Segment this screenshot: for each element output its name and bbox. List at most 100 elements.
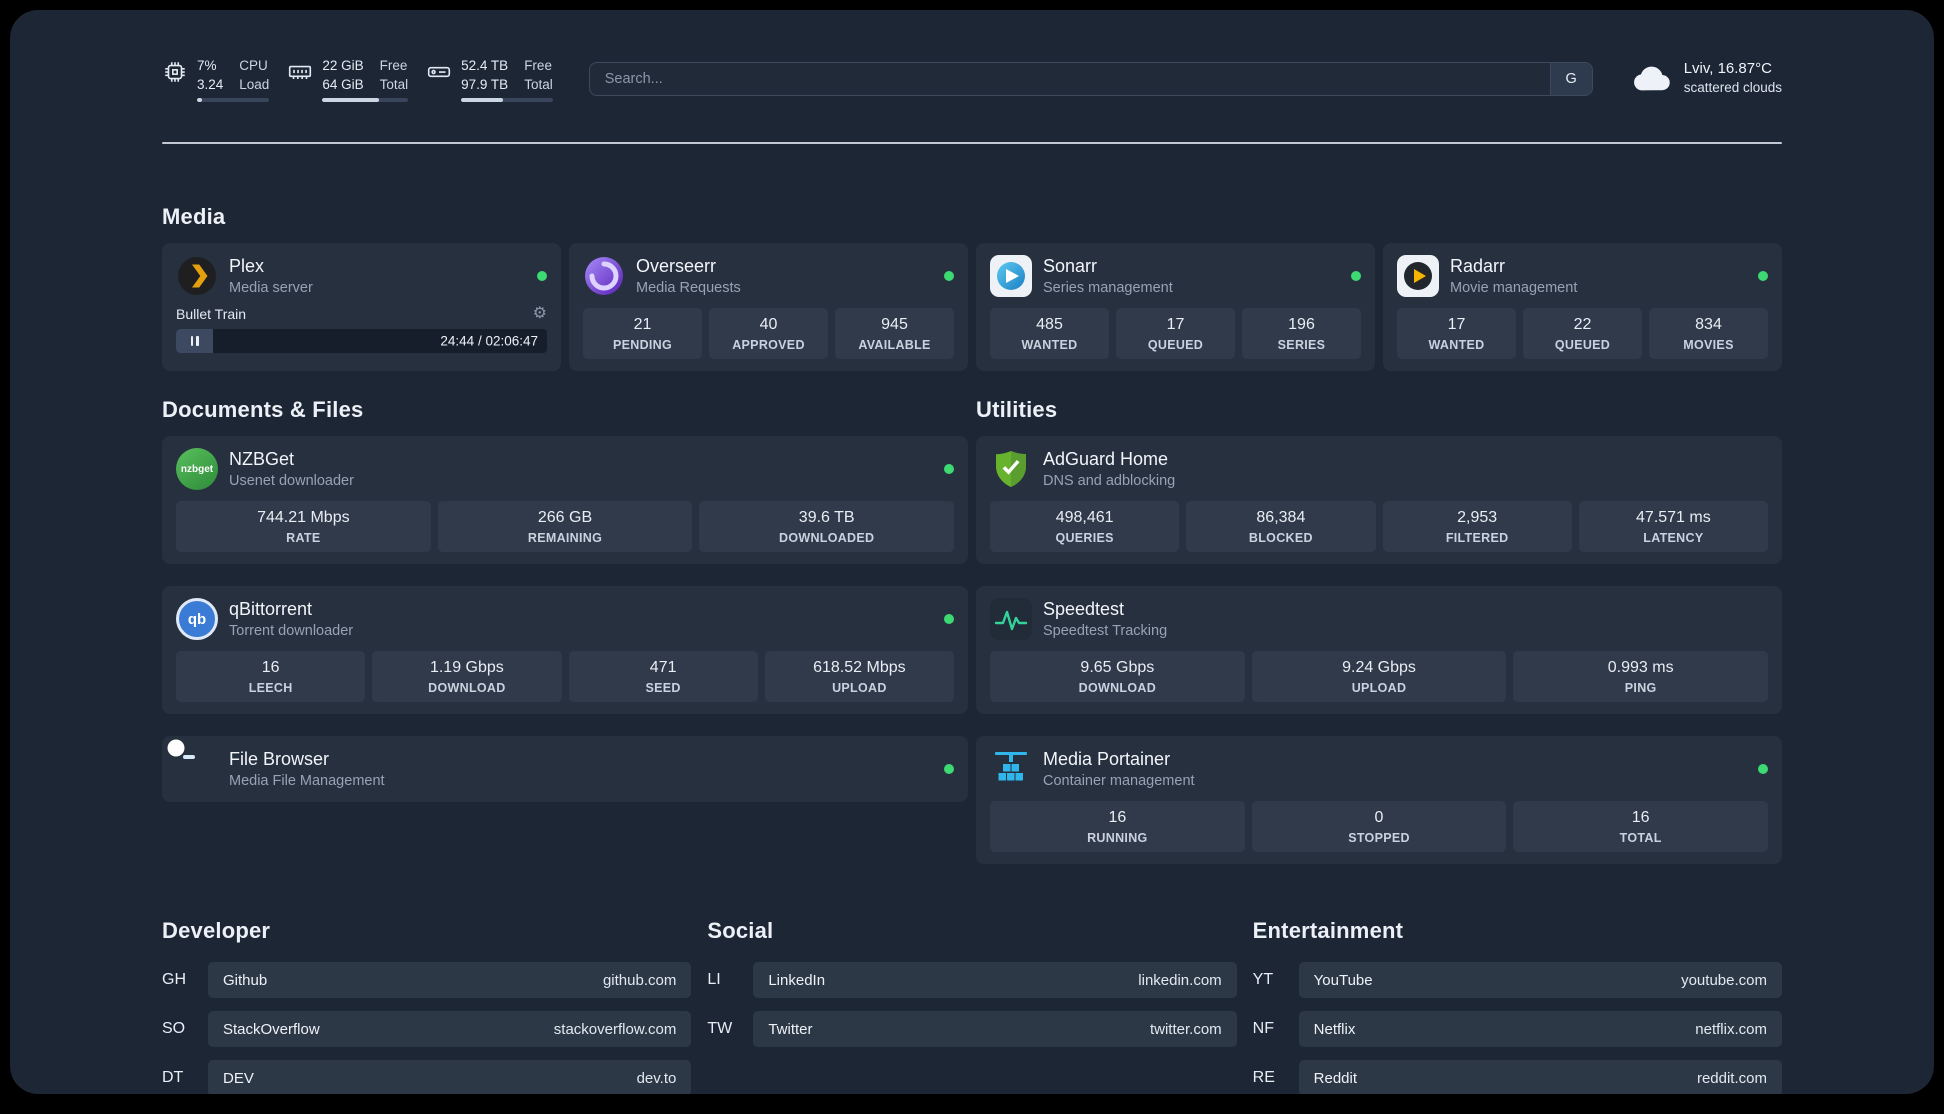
stat-queued: 22 QUEUED <box>1523 308 1642 360</box>
link-dev[interactable]: DEV dev.to <box>208 1060 692 1094</box>
dashboard-page: 7% 3.24 CPU Load 22 GiB 64 GiB Free Tota… <box>10 10 1934 1094</box>
weather-location: Lviv, 16.87°C <box>1683 60 1772 77</box>
status-dot <box>944 614 954 625</box>
service-name: Media Portainer <box>1043 749 1171 770</box>
link-abbr: RE <box>1252 1069 1275 1087</box>
service-card-qbittorrent[interactable]: qb qBittorrent Torrent downloader 16 LEE… <box>162 586 968 715</box>
service-card-overseerr[interactable]: Overseerr Media Requests 21 PENDING 40 A… <box>569 243 968 372</box>
stat-total: 16 TOTAL <box>1513 801 1769 853</box>
nzbget-icon: nzbget <box>176 448 218 491</box>
service-name: Plex <box>229 256 265 277</box>
section-title-developer: Developer <box>162 918 271 944</box>
service-name: Speedtest <box>1043 599 1125 620</box>
stat-stopped: 0 STOPPED <box>1251 801 1507 853</box>
stat-remaining: 266 GB REMAINING <box>437 501 693 553</box>
header-divider <box>162 142 1782 145</box>
memory-widget: 22 GiB 64 GiB Free Total <box>287 58 409 103</box>
service-card-radarr[interactable]: Radarr Movie management 17 WANTED 22 QUE… <box>1383 243 1782 372</box>
service-card-sonarr[interactable]: Sonarr Series management 485 WANTED 17 Q… <box>976 243 1375 372</box>
cpu-usage-bar <box>197 98 270 103</box>
disk-free-value: 52.4 TB <box>461 58 509 73</box>
link-abbr: DT <box>162 1069 184 1087</box>
playback-progress-bar: 24:44 / 02:06:47 <box>176 329 547 354</box>
cpu-icon <box>162 59 188 85</box>
stat-leech: 16 LEECH <box>176 651 366 703</box>
documents-column: Documents & Files nzbget NZBGet Usenet d… <box>162 397 968 864</box>
link-linkedin[interactable]: LinkedIn linkedin.com <box>753 962 1237 999</box>
search-provider-button[interactable]: G <box>1549 63 1592 95</box>
memory-icon <box>287 59 313 85</box>
link-abbr: GH <box>162 971 186 989</box>
qbittorrent-icon: qb <box>176 598 218 641</box>
stat-rate: 744.21 Mbps RATE <box>176 501 431 553</box>
weather-condition: scattered clouds <box>1683 80 1782 95</box>
status-dot <box>944 271 954 282</box>
link-netflix[interactable]: Netflix netflix.com <box>1298 1011 1782 1048</box>
service-name: AdGuard Home <box>1043 449 1169 470</box>
media-card-grid: Plex Media server Bullet Train ⚙ 24:44 /… <box>162 243 1782 372</box>
link-row-reddit: RE Reddit reddit.com <box>1253 1060 1782 1094</box>
top-bar: 7% 3.24 CPU Load 22 GiB 64 GiB Free Tota… <box>162 10 1782 103</box>
disk-widget: 52.4 TB 97.9 TB Free Total <box>426 58 553 103</box>
service-name: NZBGet <box>229 449 295 470</box>
cpu-label: CPU <box>239 58 268 73</box>
stat-blocked: 86,384 BLOCKED <box>1186 501 1376 553</box>
stat-ping: 0.993 ms PING <box>1513 651 1769 703</box>
service-card-filebrowser[interactable]: File Browser Media File Management <box>162 736 968 803</box>
weather-text: Lviv, 16.87°C scattered clouds <box>1684 60 1782 95</box>
status-dot <box>1758 271 1768 282</box>
gear-icon[interactable]: ⚙ <box>533 306 547 322</box>
developer-links-column: Developer GH Github github.com SO StackO… <box>162 918 692 1094</box>
link-youtube[interactable]: YouTube youtube.com <box>1298 962 1782 999</box>
filebrowser-icon <box>176 748 218 790</box>
disk-usage-bar <box>461 98 553 103</box>
stat-queries: 498,461 QUERIES <box>990 501 1180 553</box>
weather-widget[interactable]: Lviv, 16.87°C scattered clouds <box>1631 60 1782 95</box>
service-description: Usenet downloader <box>229 473 354 490</box>
cloud-icon <box>1631 62 1673 94</box>
entertainment-links-column: Entertainment YT YouTube youtube.com NF … <box>1253 918 1782 1094</box>
link-row-linkedin: LI LinkedIn linkedin.com <box>707 962 1237 999</box>
service-card-nzbget[interactable]: nzbget NZBGet Usenet downloader 744.21 M… <box>162 436 968 565</box>
playback-progress-fill <box>176 329 214 354</box>
stat-queued: 17 QUEUED <box>1116 308 1235 360</box>
pause-icon <box>190 336 194 347</box>
radarr-icon <box>1397 255 1439 298</box>
service-name: Overseerr <box>636 256 717 277</box>
status-dot <box>944 764 954 775</box>
service-card-portainer[interactable]: Media Portainer Container management 16 … <box>976 736 1782 865</box>
service-card-adguard[interactable]: AdGuard Home DNS and adblocking 498,461 … <box>976 436 1782 565</box>
service-card-plex[interactable]: Plex Media server Bullet Train ⚙ 24:44 /… <box>162 243 561 372</box>
stat-series: 196 SERIES <box>1242 308 1361 360</box>
plex-now-playing-widget: Bullet Train ⚙ 24:44 / 02:06:47 <box>176 306 547 354</box>
cpu-load-label: Load <box>239 76 270 92</box>
status-dot <box>1758 764 1768 775</box>
search-bar: G <box>588 62 1593 96</box>
section-title-entertainment: Entertainment <box>1252 918 1404 944</box>
stat-download: 1.19 Gbps DOWNLOAD <box>372 651 562 703</box>
link-abbr: SO <box>162 1020 186 1038</box>
memory-free-value: 22 GiB <box>322 58 364 73</box>
link-abbr: YT <box>1252 971 1274 989</box>
service-card-speedtest[interactable]: Speedtest Speedtest Tracking 9.65 Gbps D… <box>976 586 1782 715</box>
stat-filtered: 2,953 FILTERED <box>1382 501 1572 553</box>
stat-upload: 9.24 Gbps UPLOAD <box>1251 651 1507 703</box>
stat-approved: 40 APPROVED <box>709 308 828 360</box>
disk-free-label: Free <box>524 58 552 73</box>
adguard-icon <box>990 448 1032 490</box>
stat-pending: 21 PENDING <box>583 308 702 360</box>
service-description: Media server <box>229 280 313 297</box>
search-input[interactable] <box>589 63 1550 95</box>
link-reddit[interactable]: Reddit reddit.com <box>1298 1060 1782 1094</box>
status-dot <box>537 271 547 282</box>
social-links-column: Social LI LinkedIn linkedin.com TW Twitt… <box>707 918 1237 1094</box>
link-github[interactable]: Github github.com <box>208 962 692 999</box>
stat-downloaded: 39.6 TB DOWNLOADED <box>699 501 955 553</box>
cpu-widget: 7% 3.24 CPU Load <box>162 58 270 103</box>
link-twitter[interactable]: Twitter twitter.com <box>753 1011 1237 1048</box>
section-title-social: Social <box>707 918 774 944</box>
link-stackoverflow[interactable]: StackOverflow stackoverflow.com <box>208 1011 692 1048</box>
playback-time: 24:44 / 02:06:47 <box>440 333 538 349</box>
service-description: Movie management <box>1450 280 1578 297</box>
service-name: Radarr <box>1450 256 1506 277</box>
